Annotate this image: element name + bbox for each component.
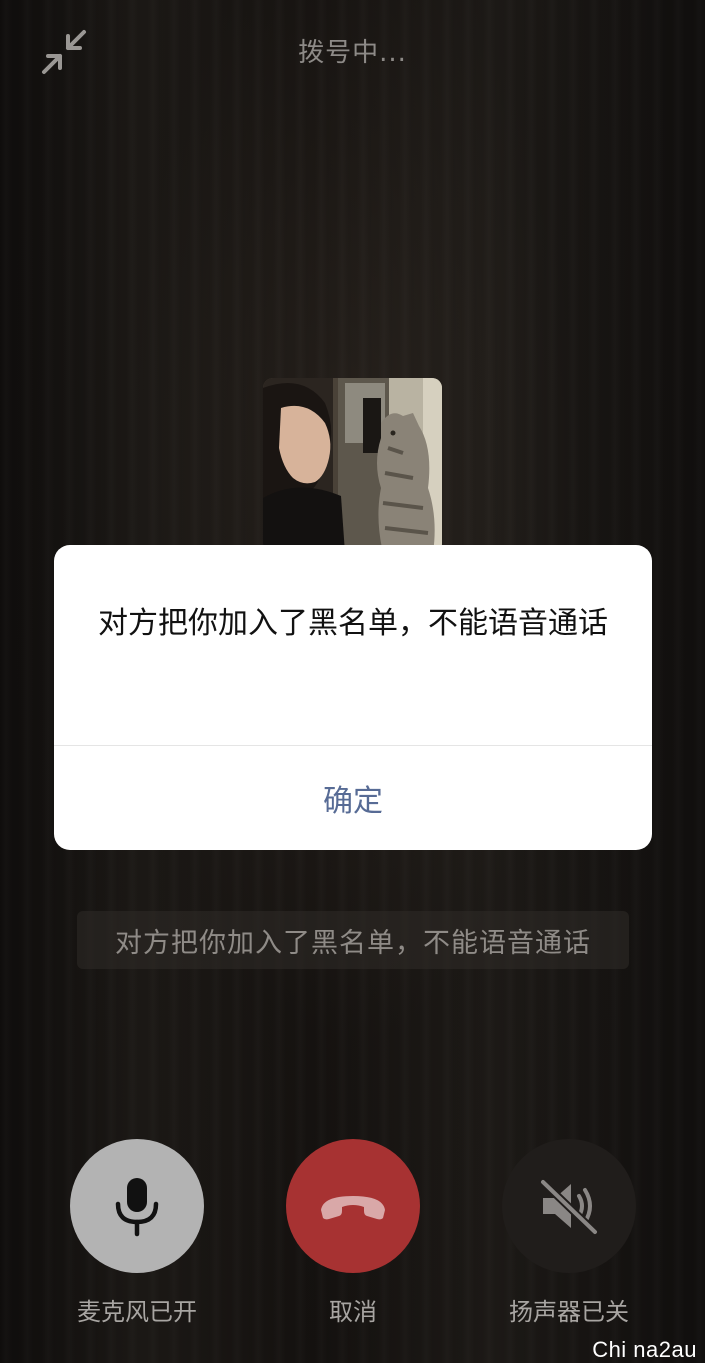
phone-hangup-icon <box>321 1196 385 1220</box>
microphone-icon <box>115 1178 159 1237</box>
alert-dialog: 对方把你加入了黑名单，不能语音通话 确定 <box>54 545 652 850</box>
watermark: Chi na2au <box>592 1337 697 1362</box>
speaker-label: 扬声器已关 <box>509 1298 629 1326</box>
avatar-image <box>263 378 442 553</box>
hangup-button[interactable] <box>286 1139 420 1273</box>
dialog-message: 对方把你加入了黑名单，不能语音通话 <box>98 606 608 641</box>
call-status: 拨号中... <box>298 38 407 68</box>
speaker-button[interactable] <box>502 1139 636 1273</box>
microphone-button[interactable] <box>70 1139 204 1273</box>
contact-avatar <box>263 378 442 553</box>
confirm-button[interactable]: 确定 <box>54 746 652 850</box>
speaker-muted-icon <box>539 1178 599 1236</box>
microphone-label: 麦克风已开 <box>77 1298 197 1326</box>
hangup-label: 取消 <box>329 1298 377 1326</box>
toast-message: 对方把你加入了黑名单，不能语音通话 <box>77 911 629 969</box>
voice-call-screen: 拨号中... 对方把你加入了黑名单，不能语音通话 麦克风已开 取消 扬声器已关 … <box>0 0 705 1363</box>
